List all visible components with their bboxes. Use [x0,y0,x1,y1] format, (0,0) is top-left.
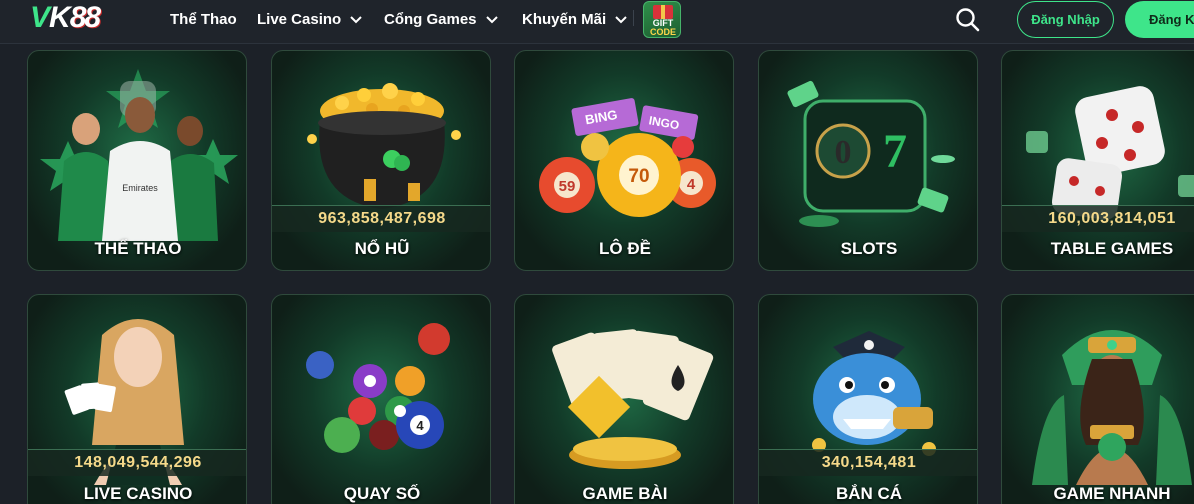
card-title: THỂ THAO [94,239,182,258]
game-card-game-nhanh[interactable]: GAME NHANH [1001,294,1194,504]
lottery-balls-art: BING INGO 59 4 70 [539,98,716,217]
logo-letter-v: V [30,1,50,34]
card-title: QUAY SỐ [343,484,421,503]
chevron-down-icon [350,16,362,24]
svg-text:7: 7 [883,125,907,178]
card-title: LÔ ĐỀ [599,239,651,258]
svg-text:4: 4 [416,418,424,433]
login-button[interactable]: Đăng Nhập [1017,1,1114,38]
game-card-quay-so[interactable]: 4 QUAY SỐ [271,294,491,504]
nav-khuyen-mai[interactable]: Khuyến Mãi [522,0,628,38]
logo-letter-k: K [49,1,71,34]
aztec-girl-art [1032,330,1192,485]
game-card-table-games[interactable]: 160,003,814,051 TABLE GAMES [1001,50,1194,271]
nav-cong-games[interactable]: Cổng Games [384,0,499,38]
slot-machine-art: 0 7 [787,80,955,227]
nav-the-thao[interactable]: Thể Thao [170,0,237,38]
card-title: LIVE CASINO [83,484,193,503]
chevron-down-icon [485,16,498,24]
jackpot-amount: 340,154,481 [759,449,977,476]
playing-cards-art [552,329,714,469]
nav-divider [633,10,634,26]
card-title: GAME NHANH [1053,484,1171,503]
chevron-down-icon [615,16,627,24]
svg-text:4: 4 [687,176,696,193]
giftcode-label-2: CODE [649,27,676,37]
nav-label-the-thao: Thể Thao [170,10,237,28]
game-card-game-bai[interactable]: GAME BÀI [514,294,734,504]
nav-item-khuyen-mai[interactable]: Khuyến Mãi [522,11,628,28]
card-title: NỔ HŨ [354,239,410,258]
nav-label-cong-games: Cổng Games [384,10,477,28]
logo-number: 88 [69,1,101,34]
game-card-lo-de[interactable]: BING INGO 59 4 70 LÔ ĐỀ [514,50,734,271]
game-card-the-thao[interactable]: Emirates THỂ THAO [27,50,247,271]
game-card-live-casino[interactable]: 148,049,544,296 LIVE CASINO [27,294,247,504]
nav-item-the-thao[interactable]: Thể Thao [170,11,237,28]
nav-label-live-casino: Live Casino [257,10,342,28]
giftcode-button[interactable]: GIFT CODE [643,1,681,38]
jackpot-amount: 160,003,814,051 [1002,205,1194,232]
nav-label-khuyen-mai: Khuyến Mãi [522,10,607,28]
jackpot-amount: 148,049,544,296 [28,449,246,476]
svg-text:0: 0 [835,134,852,171]
card-title: BẮN CÁ [835,484,903,503]
nav-item-cong-games[interactable]: Cổng Games [384,11,499,28]
gift-ribbon-icon [661,5,665,19]
nav-live-casino[interactable]: Live Casino [257,0,363,38]
svg-text:59: 59 [559,178,576,195]
nav-item-live-casino[interactable]: Live Casino [257,11,363,28]
game-card-ban-ca[interactable]: 340,154,481 BẮN CÁ [758,294,978,504]
top-header: V K 88 Thể Thao Live Casino Cổng Games K… [0,0,1194,44]
football-players-art: Emirates [40,69,238,241]
search-icon[interactable] [955,7,980,32]
card-title: SLOTS [840,239,898,258]
jackpot-amount: 963,858,487,698 [272,205,490,232]
vk88-logo[interactable]: V K 88 [30,1,101,35]
svg-text:70: 70 [628,166,649,187]
game-card-no-hu[interactable]: 963,858,487,698 NỔ HŨ [271,50,491,271]
card-title: GAME BÀI [582,484,668,503]
svg-text:Emirates: Emirates [122,183,158,193]
register-button[interactable]: Đăng Ký [1125,1,1194,38]
card-title: TABLE GAMES [1050,239,1174,258]
game-card-slots[interactable]: 0 7 SLOTS [758,50,978,271]
billiard-balls-art: 4 [306,323,450,453]
